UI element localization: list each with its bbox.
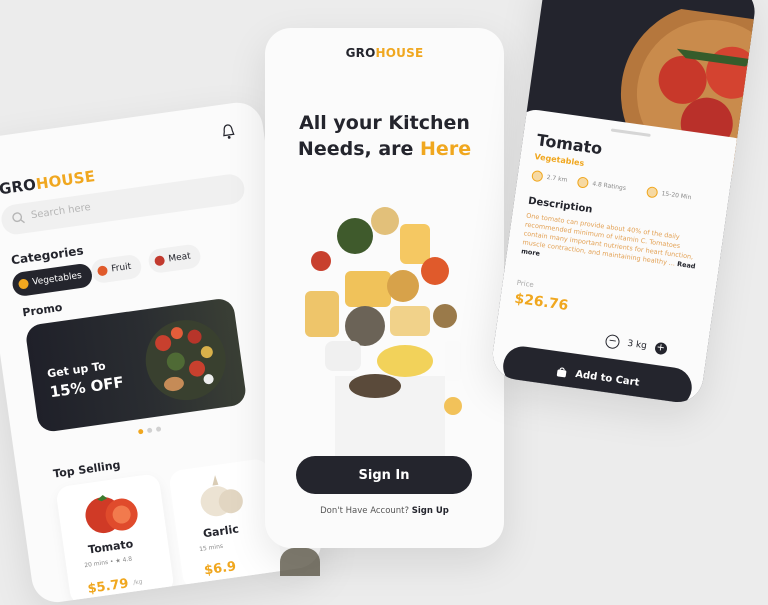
fruit-icon bbox=[96, 265, 109, 277]
category-chip-meat[interactable]: Meat bbox=[147, 243, 203, 275]
carousel-dot[interactable] bbox=[155, 426, 162, 432]
category-chip-vegetables[interactable]: Vegetables bbox=[10, 262, 94, 298]
carousel-dot[interactable] bbox=[137, 428, 144, 435]
sign-in-button[interactable]: Sign In bbox=[296, 456, 472, 494]
promo-food-image bbox=[145, 320, 226, 401]
description-text: One tomato can provide about 40% of the … bbox=[520, 211, 696, 271]
carousel-dots[interactable] bbox=[137, 426, 162, 435]
location-icon bbox=[531, 169, 544, 183]
price-label: Price bbox=[516, 278, 535, 290]
product-unit: /kg bbox=[132, 578, 143, 587]
product-meta: 20 mins • ★ 4.8 bbox=[83, 555, 133, 570]
quantity-stepper: − 3 kg + bbox=[604, 333, 668, 356]
category-label: Fruit bbox=[110, 261, 132, 275]
headline: All your Kitchen Needs, are Here bbox=[265, 110, 504, 162]
decorative-shape bbox=[280, 548, 320, 576]
carrot-icon bbox=[17, 278, 30, 290]
headline-line1: All your Kitchen bbox=[299, 112, 470, 134]
no-account-text: Don't Have Account? bbox=[320, 506, 410, 516]
increase-button[interactable]: + bbox=[653, 341, 668, 356]
star-icon bbox=[576, 176, 590, 189]
product-name: Garlic bbox=[202, 522, 240, 541]
headline-line2: Needs, are Here bbox=[297, 138, 472, 160]
sign-up-link[interactable]: Sign Up bbox=[412, 506, 449, 516]
garlic-image bbox=[200, 475, 243, 517]
product-sheet: Tomato Vegetables 2.7 km 4.8 Ratings 15-… bbox=[489, 107, 755, 406]
quantity-value: 3 kg bbox=[626, 338, 648, 352]
search-placeholder: Search here bbox=[30, 201, 92, 222]
tomato-image bbox=[85, 494, 138, 534]
category-label: Vegetables bbox=[31, 270, 83, 288]
clock-icon bbox=[645, 186, 659, 199]
promo-heading: Promo bbox=[21, 300, 64, 320]
groceries-illustration bbox=[305, 207, 462, 466]
brand-logo: GROHOUSE bbox=[0, 167, 97, 199]
top-selling-heading: Top Selling bbox=[52, 458, 122, 481]
bag-icon bbox=[556, 367, 567, 378]
welcome-screen: GROHOUSE All your Kitchen Needs, are Her… bbox=[265, 28, 504, 548]
add-to-cart-label: Add to Cart bbox=[574, 368, 641, 389]
category-label: Meat bbox=[167, 251, 192, 265]
brand-logo: GROHOUSE bbox=[345, 46, 424, 60]
sheet-handle[interactable] bbox=[610, 128, 651, 137]
product-price: $26.76 bbox=[513, 290, 570, 315]
time-stat: 15-20 Min bbox=[645, 186, 692, 203]
search-icon bbox=[12, 212, 25, 224]
decrease-button[interactable]: − bbox=[604, 333, 621, 350]
distance-stat: 2.7 km bbox=[531, 169, 568, 186]
rating-stat: 4.8 Ratings bbox=[576, 176, 627, 194]
signup-prompt: Don't Have Account? Sign Up bbox=[265, 506, 504, 516]
product-name: Tomato bbox=[87, 537, 134, 557]
category-chip-fruit[interactable]: Fruit bbox=[89, 253, 143, 285]
product-detail-screen: Tomato Vegetables 2.7 km 4.8 Ratings 15-… bbox=[489, 0, 758, 406]
promo-banner[interactable]: Get up To 15% OFF bbox=[24, 297, 248, 434]
product-card[interactable]: Tomato 20 mins • ★ 4.8 $5.79 /kg bbox=[55, 473, 175, 605]
product-meta: 15 mins bbox=[198, 542, 224, 554]
carousel-dot[interactable] bbox=[146, 427, 153, 434]
product-price: $5.79 bbox=[86, 576, 130, 597]
meat-icon bbox=[154, 255, 166, 267]
bell-icon[interactable] bbox=[220, 123, 236, 141]
